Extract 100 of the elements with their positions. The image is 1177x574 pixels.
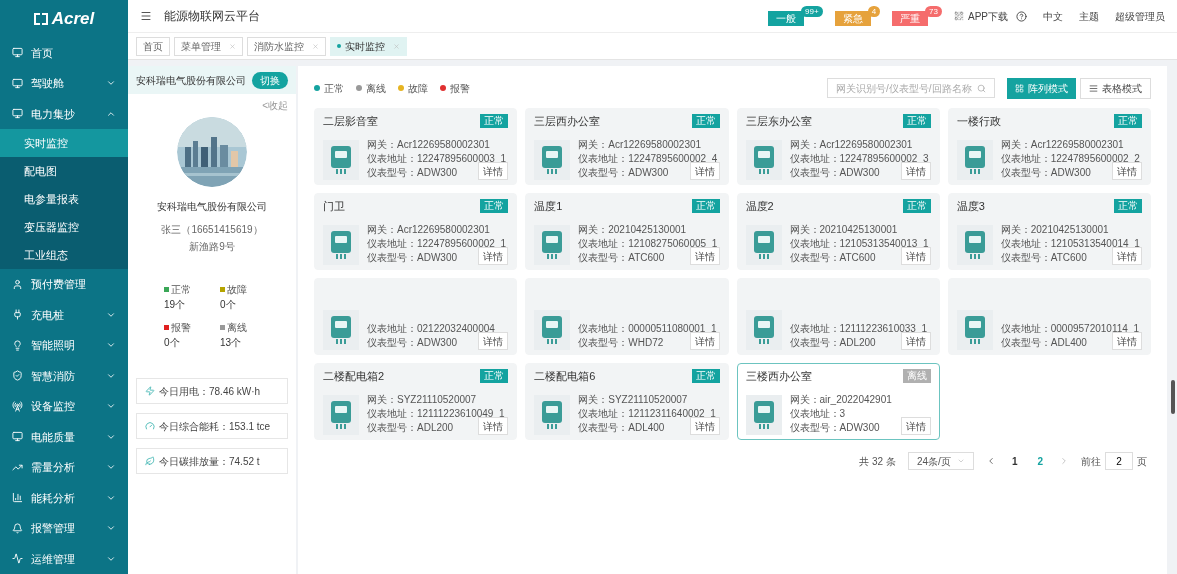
card-info-line: 网关：air_2022042901	[789, 393, 892, 407]
device-card[interactable]: 仪表地址：02122032400004 仪表型号：ADW300 详情	[314, 278, 518, 355]
sidebar-subitem[interactable]: 配电图	[0, 157, 128, 185]
details-button[interactable]: 详情	[689, 332, 720, 350]
page-tab[interactable]: 首页	[136, 36, 170, 56]
header-link[interactable]: 超级管理员	[1115, 8, 1165, 24]
sidebar-subitem[interactable]: 电参量报表	[0, 185, 128, 213]
device-card[interactable]: 二层影音室 正常 网关：Acr12269580002301 仪表地址：12247895600003_1 仪表型号：ADW300 详情	[314, 108, 518, 185]
meter-icon	[330, 315, 352, 345]
details-button[interactable]: 详情	[689, 162, 720, 180]
gauge-icon	[145, 421, 155, 431]
sidebar-label: 需量分析	[31, 460, 76, 475]
header-link[interactable]: 中文	[1043, 8, 1063, 24]
view-mode-button[interactable]: 表格模式	[1080, 77, 1151, 99]
device-card[interactable]: 二楼配电箱6 正常 网关：SYZ21110520007 仪表地址：12112311640002_1 仪表型号：ADL400 详情	[525, 363, 729, 440]
sidebar-item[interactable]: 智慧消防	[0, 360, 128, 391]
company-label: 安科瑞电气股份有限公司	[157, 200, 267, 214]
page-tab[interactable]: 实时监控	[330, 36, 407, 56]
sidebar-subitem[interactable]: 工业组态	[0, 241, 128, 269]
device-card[interactable]: 三层东办公室 正常 网关：Acr12269580002301 仪表地址：12247895600002_3 仪表型号：ADW300 详情	[736, 108, 940, 185]
sidebar-subitem[interactable]: 变压器监控	[0, 213, 128, 241]
details-button[interactable]: 详情	[478, 417, 509, 435]
device-card[interactable]: 三楼西办公室 离线 网关：air_2022042901 仪表地址：3 仪表型号：ADW300 详情	[736, 363, 940, 440]
status-tag: 正常	[480, 114, 509, 128]
header-link[interactable]: 主题	[1079, 8, 1099, 24]
legend-label: 报警	[450, 81, 470, 96]
sidebar-item[interactable]: 预付费管理	[0, 269, 128, 300]
page-size-select[interactable]: 24条/页	[907, 452, 974, 470]
details-button[interactable]: 详情	[1112, 247, 1142, 265]
details-button[interactable]: 详情	[478, 162, 509, 180]
card-title: 温度1	[534, 198, 563, 214]
plug-icon	[12, 309, 23, 321]
card-title: 二楼配电箱2	[323, 368, 385, 384]
sidebar-label: 设备监控	[31, 399, 76, 414]
legend-label: 离线	[366, 81, 386, 96]
details-button[interactable]: 详情	[900, 247, 931, 265]
details-button[interactable]: 详情	[689, 417, 720, 435]
card-info-line: 仪表型号：WHD72	[578, 336, 664, 350]
scrollbar-thumb[interactable]	[1171, 380, 1175, 414]
contact-text: 张三（16651415619）	[161, 223, 263, 237]
details-button[interactable]: 详情	[478, 247, 509, 265]
card-info-line: 仪表地址：3	[789, 407, 846, 421]
header-link[interactable]: APP下载	[968, 8, 1008, 24]
details-button[interactable]: 详情	[1112, 332, 1142, 350]
next-page-icon[interactable]	[1059, 456, 1069, 466]
shield-icon	[12, 370, 23, 382]
leaf-icon	[145, 456, 155, 466]
sidebar-item[interactable]: 电能质量	[0, 421, 128, 452]
details-button[interactable]: 详情	[900, 162, 931, 180]
details-button[interactable]: 详情	[1112, 162, 1142, 180]
details-button[interactable]: 详情	[900, 417, 931, 435]
card-info-line: 网关：SYZ21110520007	[367, 393, 477, 407]
page-tab[interactable]: 菜单管理	[174, 36, 243, 56]
device-card[interactable]: 门卫 正常 网关：Acr12269580002301 仪表地址：12247895600002_1 仪表型号：ADW300 详情	[314, 193, 518, 270]
search-field[interactable]: 网关识别号/仪表型号/回路名称	[827, 78, 995, 98]
status-tag: 正常	[1114, 114, 1142, 128]
device-card[interactable]: 二楼配电箱2 正常 网关：SYZ21110520007 仪表地址：12111223610049_1 仪表型号：ADL200 详情	[314, 363, 518, 440]
card-info-line: 网关：Acr12269580002301	[578, 138, 702, 152]
device-card[interactable]: 仪表地址：00009572010114_1 仪表型号：ADL400 详情	[947, 278, 1151, 355]
details-button[interactable]: 详情	[689, 247, 720, 265]
device-card[interactable]: 三层西办公室 正常 网关：Acr12269580002301 仪表地址：12247895600002_4 仪表型号：ADW300 详情	[525, 108, 729, 185]
sidebar-item[interactable]: 报警管理	[0, 513, 128, 544]
count-badge: 4	[867, 6, 881, 17]
sidebar-item[interactable]: 首页	[0, 37, 128, 68]
meter-icon	[541, 315, 564, 345]
device-card[interactable]: 仪表地址：12111223610033_1 仪表型号：ADL200 详情	[736, 278, 940, 355]
meter-icon	[330, 230, 352, 260]
meter-icon	[330, 400, 352, 430]
details-button[interactable]: 详情	[900, 332, 931, 350]
page-number[interactable]: 1	[1007, 453, 1022, 469]
sidebar-subitem[interactable]: 实时监控	[0, 129, 128, 157]
sidebar-item[interactable]: 驾驶舱	[0, 68, 128, 99]
device-card[interactable]: 温度2 正常 网关：20210425130001 仪表地址：12105313540013_1 仪表型号：ATC600 详情	[736, 193, 940, 270]
meter-icon	[752, 145, 775, 175]
sidebar-item[interactable]: 电力集抄	[0, 98, 128, 129]
sidebar-item[interactable]: 需量分析	[0, 452, 128, 483]
sidebar-label: 充电桩	[31, 307, 65, 323]
details-button[interactable]: 详情	[478, 332, 509, 350]
sidebar-item[interactable]: 充电桩	[0, 299, 128, 330]
sidebar-item[interactable]: 能耗分析	[0, 482, 128, 513]
meter-icon	[963, 315, 986, 345]
help-icon[interactable]	[1016, 10, 1027, 22]
page-tab[interactable]: 消防水监控	[247, 36, 326, 56]
device-card[interactable]: 一楼行政 正常 网关：Acr12269580002301 仪表地址：12247895600002_2 仪表型号：ADW300 详情	[947, 108, 1151, 185]
sidebar-item[interactable]: 运维管理	[0, 543, 128, 574]
device-card[interactable]: 温度3 正常 网关：20210425130001 仪表地址：12105313540014_1 仪表型号：ATC600 详情	[947, 193, 1151, 270]
device-card[interactable]: 温度1 正常 网关：20210425130001 仪表地址：12108275060005_1 仪表型号：ATC600 详情	[525, 193, 729, 270]
card-title: 三楼西办公室	[745, 368, 812, 384]
card-info-line: 仪表型号：ADL400	[578, 421, 665, 435]
sidebar-label: 驾驶舱	[31, 76, 65, 91]
card-info-line: 仪表型号：ATC600	[578, 251, 665, 265]
user-icon	[12, 278, 23, 290]
sidebar-item[interactable]: 智能照明	[0, 330, 128, 361]
device-card[interactable]: 仪表地址：00000511080001_1 仪表型号：WHD72 详情	[525, 278, 729, 355]
chevron-down-icon	[956, 457, 965, 465]
metric-text: 今日综合能耗：153.1 tce	[159, 419, 271, 434]
bulb-icon	[12, 339, 23, 351]
sidebar-item[interactable]: 设备监控	[0, 391, 128, 422]
menu-icon[interactable]	[140, 10, 152, 22]
page-input[interactable]: 2	[1105, 452, 1133, 470]
